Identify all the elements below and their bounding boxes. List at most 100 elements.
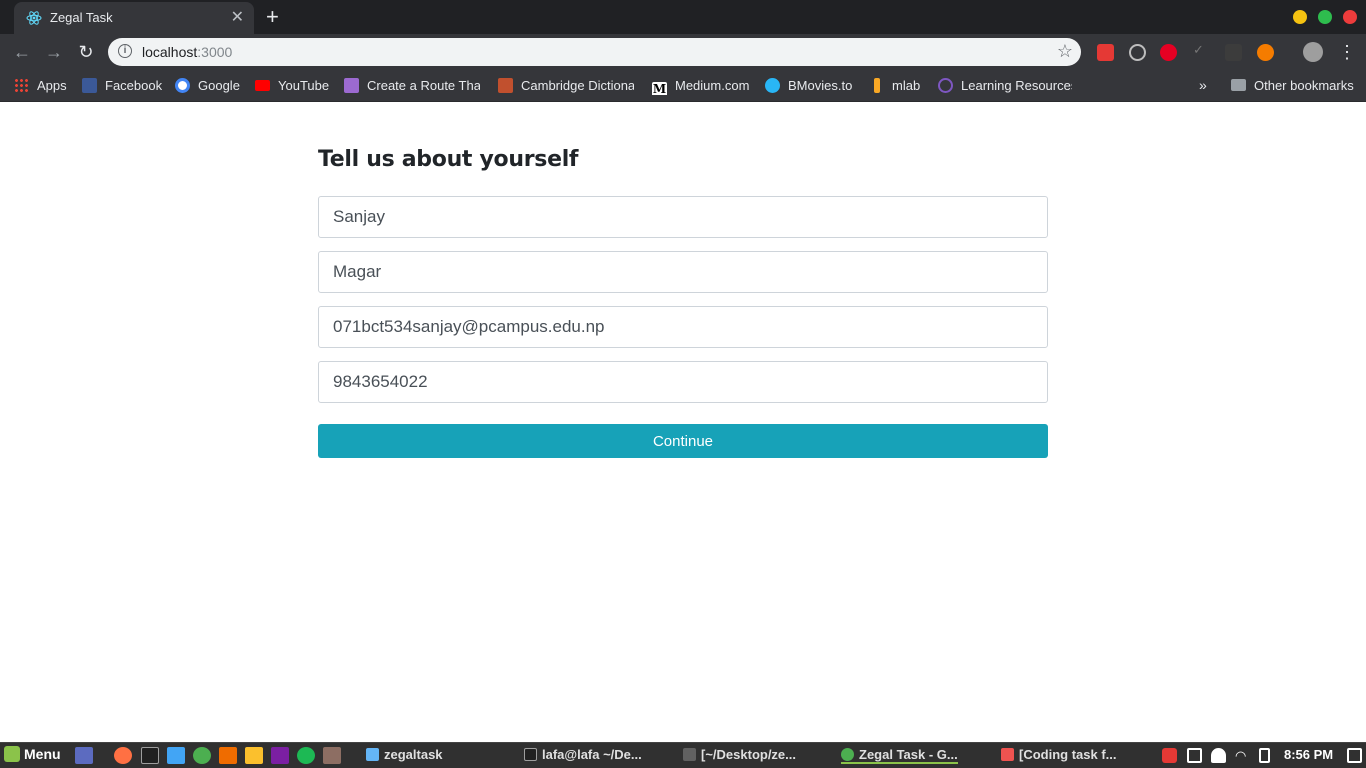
taskbar-window-label: [Coding task f... [1019,747,1117,762]
page-content: Tell us about yourself Continue [0,103,1366,742]
first-name-input[interactable] [318,196,1048,238]
extension-target-icon[interactable] [1129,44,1146,61]
browser-tab[interactable]: Zegal Task ✕ [14,2,254,34]
extension-red-icon[interactable] [1097,44,1114,61]
bookmark-other[interactable]: Other bookmarks [1231,77,1354,95]
facebook-icon [82,78,97,93]
new-tab-button[interactable]: + [266,4,279,30]
bookmark-mlab[interactable]: mlab [870,77,920,95]
extension-dark-icon[interactable] [1225,44,1242,61]
notification-icon[interactable] [1347,748,1362,763]
check-extension-icon[interactable]: ✓ [1193,42,1210,59]
chrome-icon [841,748,854,761]
bookmark-medium[interactable]: M Medium.com [652,77,749,95]
bookmark-label: Create a Route That [367,78,480,93]
bookmark-label: Google [198,78,240,93]
clipboard-icon[interactable] [1187,748,1202,763]
browser-menu-icon[interactable]: ⋮ [1338,40,1356,64]
bookmark-cambridge[interactable]: Cambridge Dictiona [498,77,634,95]
notes-launcher-icon[interactable] [245,747,263,764]
site-info-icon[interactable]: i [118,44,132,58]
firefox-icon[interactable] [114,747,132,764]
folder-icon [366,748,379,761]
continue-button[interactable]: Continue [318,424,1048,458]
terminal-icon [524,748,537,761]
folder-icon [1231,79,1246,91]
back-arrow-icon[interactable]: ← [10,40,34,64]
close-window-button[interactable] [1343,10,1357,24]
profile-avatar[interactable] [1303,42,1323,62]
os-taskbar: Menu zegaltask lafa@lafa ~/De... [~/Desk… [0,742,1366,768]
taskbar-window-terminal[interactable]: lafa@lafa ~/De... [524,747,642,762]
spotify-icon[interactable] [297,747,315,764]
image-viewer-launcher-icon[interactable] [323,747,341,764]
pinterest-icon[interactable] [1160,44,1177,61]
maximize-button[interactable] [1318,10,1332,24]
bookmark-star-icon[interactable]: ☆ [1057,41,1073,62]
taskbar-window-chrome[interactable]: Zegal Task - G... [841,747,958,764]
bookmark-learning-resources[interactable]: Learning Resources [938,77,1072,95]
url-port: :3000 [197,44,233,60]
email-input[interactable] [318,306,1048,348]
bookmark-label: YouTube [278,78,330,93]
bookmark-label: Apps [37,78,67,93]
reload-icon[interactable]: ↻ [74,40,98,64]
mlab-icon [874,78,880,93]
bookmark-label: mlab [892,78,921,93]
wifi-icon[interactable]: ◠ [1235,748,1250,763]
extension-orange-icon[interactable] [1257,44,1274,61]
battery-icon[interactable] [1259,748,1270,763]
taskbar-window-label: Zegal Task - G... [859,747,958,762]
shield-icon[interactable] [1162,748,1177,763]
taskbar-window-image[interactable]: [Coding task f... [1001,747,1117,762]
bookmark-youtube[interactable]: YouTube [255,77,329,95]
browser-tab-bar: Zegal Task ✕ + [0,0,1366,34]
start-menu-label: Menu [24,746,61,762]
phone-input[interactable] [318,361,1048,403]
address-bar[interactable]: i localhost:3000 ☆ [108,38,1081,66]
taskbar-window-sublime[interactable]: [~/Desktop/ze... [683,747,796,762]
terminal-launcher-icon[interactable] [141,747,159,764]
react-icon [26,11,42,25]
sublime-icon [683,748,696,761]
forward-arrow-icon[interactable]: → [42,40,66,64]
video-launcher-icon[interactable] [271,747,289,764]
chrome-launcher-icon[interactable] [193,747,211,764]
taskbar-window-label: lafa@lafa ~/De... [542,747,642,762]
cambridge-icon [498,78,513,93]
learning-icon [938,78,953,93]
sublime-launcher-icon[interactable] [219,747,237,764]
url-host: localhost [142,44,198,60]
bookmark-label: Facebook [105,78,163,93]
taskbar-window-zegaltask[interactable]: zegaltask [366,747,443,762]
youtube-icon [255,80,270,91]
bookmark-google[interactable]: Google [175,77,240,95]
form-title: Tell us about yourself [318,147,579,172]
bookmark-create-route[interactable]: Create a Route That [344,77,480,95]
show-desktop-icon[interactable] [75,747,93,764]
browser-toolbar: ← → ↻ i localhost:3000 ☆ ✓ ⋮ [0,34,1366,70]
google-icon [175,78,190,93]
user-icon[interactable] [1211,748,1226,763]
bookmarks-overflow-icon[interactable]: » [1199,77,1207,93]
mint-logo-icon [4,746,20,762]
minimize-button[interactable] [1293,10,1307,24]
clock[interactable]: 8:56 PM [1284,747,1333,762]
bookmark-apps[interactable]: Apps [14,77,67,95]
last-name-input[interactable] [318,251,1048,293]
medium-icon: M [652,82,667,95]
bookmark-label: Cambridge Dictiona [521,78,634,93]
start-menu-button[interactable]: Menu [4,746,61,762]
bookmark-bmovies[interactable]: BMovies.to [765,77,852,95]
taskbar-window-label: [~/Desktop/ze... [701,747,796,762]
url-text[interactable]: localhost:3000 [142,44,232,60]
image-icon [1001,748,1014,761]
cloud-icon [344,78,359,93]
tab-close-icon[interactable]: ✕ [231,8,244,28]
play-icon [765,78,780,93]
tab-title: Zegal Task [50,10,113,25]
taskbar-window-label: zegaltask [384,747,443,762]
files-launcher-icon[interactable] [167,747,185,764]
bookmark-facebook[interactable]: Facebook [82,77,162,95]
bookmark-label: Other bookmarks [1254,78,1354,93]
